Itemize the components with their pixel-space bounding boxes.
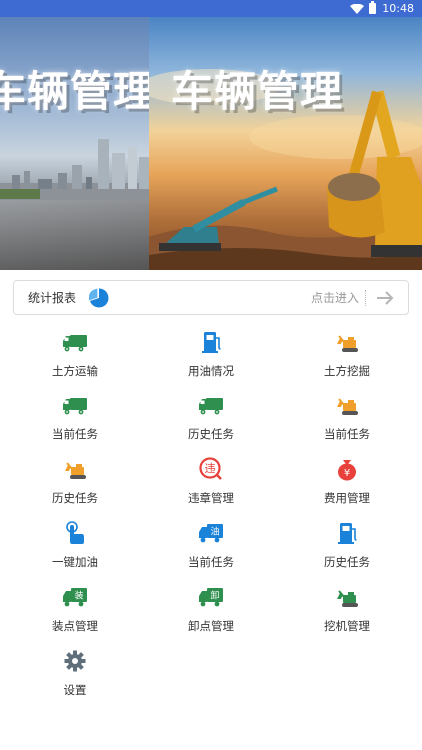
truck-icon — [62, 330, 88, 354]
excavator-icon — [334, 330, 360, 354]
menu-item[interactable]: 历史任务 — [277, 521, 417, 585]
report-label: 统计报表 — [28, 291, 77, 305]
battery-icon — [369, 1, 377, 14]
svg-text:¥: ¥ — [344, 468, 350, 479]
tap-hand-icon — [62, 521, 88, 545]
menu-item-label: 一键加油 — [52, 555, 98, 569]
menu-item-label: 卸点管理 — [188, 619, 234, 633]
menu-item-label: 历史任务 — [324, 555, 370, 569]
menu-item-label: 历史任务 — [188, 427, 234, 441]
menu-item-label: 历史任务 — [52, 491, 98, 505]
menu-item-label: 土方运输 — [52, 364, 98, 378]
menu-item[interactable]: 土方运输 — [5, 330, 145, 394]
excavator-icon — [334, 393, 360, 417]
menu-item-label: 挖机管理 — [324, 619, 370, 633]
svg-text:油: 油 — [210, 526, 219, 538]
menu-item[interactable]: 土方挖掘 — [277, 330, 417, 394]
report-enter-text: 点击进入 — [310, 291, 359, 305]
violation-icon: 违 — [198, 457, 224, 481]
menu-item-label: 费用管理 — [324, 491, 370, 505]
menu-item[interactable]: 当前任务 — [5, 393, 145, 457]
city-skyline — [0, 139, 149, 203]
menu-item-label: 当前任务 — [188, 555, 234, 569]
banner-image-excavator — [149, 17, 422, 270]
banner-title-right: 车辆管理 — [171, 67, 344, 116]
menu-item[interactable]: 装装点管理 — [5, 585, 145, 649]
menu-item-label: 装点管理 — [52, 619, 98, 633]
menu-item[interactable]: 违违章管理 — [141, 457, 281, 521]
menu-item[interactable]: 历史任务 — [141, 393, 281, 457]
report-entry[interactable]: 统计报表 点击进入 — [13, 280, 409, 315]
fuel-pump-icon — [334, 521, 360, 545]
menu-item-label: 当前任务 — [52, 427, 98, 441]
arrow-right-icon[interactable] — [376, 290, 394, 305]
banner-carousel[interactable]: 车辆管理 车辆管理 — [0, 17, 422, 270]
menu-item[interactable]: 用油情况 — [141, 330, 281, 394]
money-bag-icon: ¥ — [334, 457, 360, 481]
divider — [365, 289, 366, 306]
menu-item[interactable]: 油当前任务 — [141, 521, 281, 585]
excavator-illustration — [149, 69, 422, 270]
menu-item-label: 当前任务 — [324, 427, 370, 441]
status-bar: 10:48 — [0, 0, 422, 17]
status-time: 10:48 — [382, 2, 414, 15]
menu-item[interactable]: 历史任务 — [5, 457, 145, 521]
gear-icon — [62, 649, 88, 673]
menu-item[interactable]: ¥ 费用管理 — [277, 457, 417, 521]
menu-item[interactable]: 卸卸点管理 — [141, 585, 281, 649]
menu-item[interactable]: 当前任务 — [277, 393, 417, 457]
pie-chart-icon — [89, 288, 109, 307]
banner-title-left: 车辆管理 — [0, 67, 149, 116]
fuel-truck-icon: 油 — [198, 521, 224, 545]
menu-item-label: 土方挖掘 — [324, 364, 370, 378]
excavator-icon — [62, 457, 88, 481]
menu-item-label: 违章管理 — [188, 491, 234, 505]
fuel-pump-icon — [198, 330, 224, 354]
svg-text:卸: 卸 — [210, 590, 219, 602]
truck-icon — [62, 393, 88, 417]
svg-text:装: 装 — [74, 590, 83, 602]
svg-text:违: 违 — [205, 462, 216, 475]
menu-item[interactable]: 一键加油 — [5, 521, 145, 585]
truck-icon — [198, 393, 224, 417]
wifi-icon — [350, 3, 365, 14]
menu-item[interactable]: 设置 — [5, 649, 145, 713]
menu-item-label: 用油情况 — [188, 364, 234, 378]
unload-truck-icon: 卸 — [198, 585, 224, 609]
menu-item-label: 设置 — [63, 683, 87, 697]
excavator-icon — [334, 585, 360, 609]
banner-image-city — [0, 17, 149, 270]
load-truck-icon: 装 — [62, 585, 88, 609]
menu-item[interactable]: 挖机管理 — [277, 585, 417, 649]
